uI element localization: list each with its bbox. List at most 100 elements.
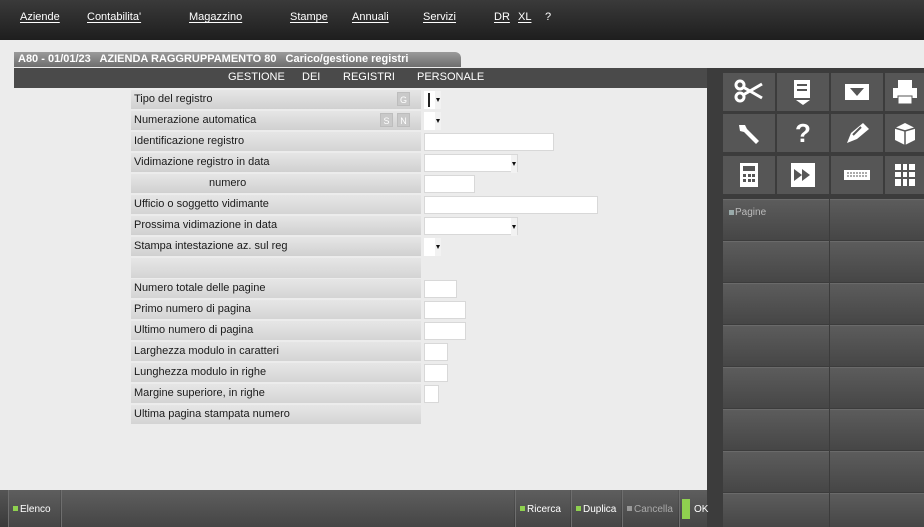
side-button-empty[interactable] (830, 451, 924, 492)
row-numerazione: Numerazione automatica S N (131, 111, 421, 130)
label-primo-numero: Primo numero di pagina (134, 303, 251, 315)
cancella-button[interactable]: Cancella (622, 490, 678, 527)
header-word-4: PERSONALE (417, 71, 485, 83)
bottom-spacer (61, 490, 514, 527)
numero-totale-input[interactable] (424, 280, 457, 298)
row-primo-numero: Primo numero di pagina (131, 300, 421, 319)
badge-g: G (397, 92, 410, 106)
label-vidimazione: Vidimazione registro in data (134, 156, 270, 168)
row-ufficio: Ufficio o soggetto vidimante (131, 195, 421, 214)
calculator-icon[interactable] (723, 156, 775, 194)
menu-aziende[interactable]: Aziende (20, 11, 60, 23)
ricerca-label: Ricerca (527, 504, 561, 515)
cancella-label: Cancella (634, 504, 673, 515)
lunghezza-input[interactable] (424, 364, 448, 382)
menu-dr[interactable]: DR (494, 11, 510, 23)
stampa-intestazione-select[interactable] (424, 238, 441, 256)
pagine-button[interactable]: Pagine (723, 199, 829, 240)
row-lunghezza: Lunghezza modulo in righe (131, 363, 421, 382)
label-ultima-pagina: Ultima pagina stampata numero (134, 408, 290, 420)
margine-input[interactable] (424, 385, 439, 403)
row-ultimo-numero: Ultimo numero di pagina (131, 321, 421, 340)
menu-help[interactable]: ? (545, 11, 551, 23)
grid-icon[interactable] (885, 156, 924, 194)
window-title-bar: A80 - 01/01/23 AZIENDA RAGGRUPPAMENTO 80… (14, 52, 461, 67)
scissors-icon[interactable] (723, 73, 775, 111)
header-word-1: GESTIONE (228, 71, 285, 83)
side-button-empty[interactable] (723, 451, 829, 492)
window-company: AZIENDA RAGGRUPPAMENTO 80 (99, 53, 277, 65)
menu-xl[interactable]: XL (518, 11, 531, 23)
side-button-empty[interactable] (830, 493, 924, 527)
side-button-empty[interactable] (830, 241, 924, 282)
keyboard-icon[interactable] (831, 156, 883, 194)
document-icon[interactable] (777, 73, 829, 111)
side-button-empty[interactable] (723, 409, 829, 450)
row-spacer (131, 258, 421, 278)
chevron-down-icon[interactable] (511, 218, 517, 236)
ultimo-numero-input[interactable] (424, 322, 466, 340)
menu-stampe[interactable]: Stampe (290, 11, 328, 23)
badge-s: S (380, 113, 393, 127)
menu-bar: Aziende Contabilita' Magazzino Stampe An… (0, 0, 924, 40)
duplica-button[interactable]: Duplica (571, 490, 621, 527)
side-button-empty[interactable] (830, 283, 924, 324)
duplica-indicator (576, 506, 581, 511)
label-ultimo-numero: Ultimo numero di pagina (134, 324, 254, 336)
label-stampa-intestazione: Stampa intestazione az. sul reg (134, 240, 288, 252)
menu-contabilita[interactable]: Contabilita' (87, 11, 141, 23)
side-button-empty[interactable] (830, 367, 924, 408)
numero-input[interactable] (424, 175, 475, 193)
numerazione-select[interactable] (424, 112, 441, 130)
side-button-empty[interactable] (830, 325, 924, 366)
chevron-down-icon[interactable] (435, 238, 441, 256)
side-button-empty[interactable] (830, 409, 924, 450)
ricerca-button[interactable]: Ricerca (515, 490, 570, 527)
side-button-empty[interactable] (723, 493, 829, 527)
elenco-button[interactable]: Elenco (8, 490, 60, 527)
edit-icon[interactable] (831, 114, 883, 152)
prossima-date-input[interactable] (424, 217, 518, 236)
printer-icon[interactable] (885, 73, 924, 111)
header-word-2: DEI (302, 71, 321, 83)
side-button-empty[interactable] (830, 199, 924, 240)
row-tipo-registro: Tipo del registro G (131, 90, 421, 109)
row-numero-totale: Numero totale delle pagine (131, 279, 421, 298)
identificazione-input[interactable] (424, 133, 554, 151)
label-ufficio: Ufficio o soggetto vidimante (134, 198, 269, 210)
side-button-empty[interactable] (723, 283, 829, 324)
row-numero: numero (131, 174, 421, 193)
label-numerazione: Numerazione automatica (134, 114, 257, 126)
vidimazione-date-input[interactable] (424, 154, 518, 173)
side-toolbar: ? Pagine (707, 68, 924, 527)
pagine-label: Pagine (735, 207, 767, 218)
ricerca-indicator (520, 506, 525, 511)
inbox-icon[interactable] (831, 73, 883, 111)
label-margine: Margine superiore, in righe (134, 387, 265, 399)
transfer-icon[interactable] (777, 156, 829, 194)
ok-label: OK (694, 504, 709, 515)
help-icon[interactable]: ? (777, 114, 829, 152)
wrench-icon[interactable] (723, 114, 775, 152)
row-ultima-pagina: Ultima pagina stampata numero (131, 405, 421, 424)
ufficio-input[interactable] (424, 196, 598, 214)
ok-button[interactable]: OK (679, 490, 709, 527)
side-button-empty[interactable] (723, 325, 829, 366)
menu-servizi[interactable]: Servizi (423, 11, 456, 23)
duplica-label: Duplica (583, 504, 617, 515)
menu-annuali[interactable]: Annuali (352, 11, 389, 23)
window-code: A80 - 01/01/23 (18, 53, 91, 65)
larghezza-input[interactable] (424, 343, 448, 361)
primo-numero-input[interactable] (424, 301, 466, 319)
header-word-3: REGISTRI (343, 71, 395, 83)
row-stampa-intestazione: Stampa intestazione az. sul reg (131, 237, 421, 256)
menu-magazzino[interactable]: Magazzino (189, 11, 242, 23)
chevron-down-icon[interactable] (511, 155, 517, 173)
chevron-down-icon[interactable] (435, 91, 441, 109)
chevron-down-icon[interactable] (435, 112, 441, 130)
label-larghezza: Larghezza modulo in caratteri (134, 345, 279, 357)
side-button-empty[interactable] (723, 241, 829, 282)
side-button-empty[interactable] (723, 367, 829, 408)
tipo-registro-select[interactable] (424, 91, 441, 109)
box-f-icon[interactable] (885, 114, 924, 152)
